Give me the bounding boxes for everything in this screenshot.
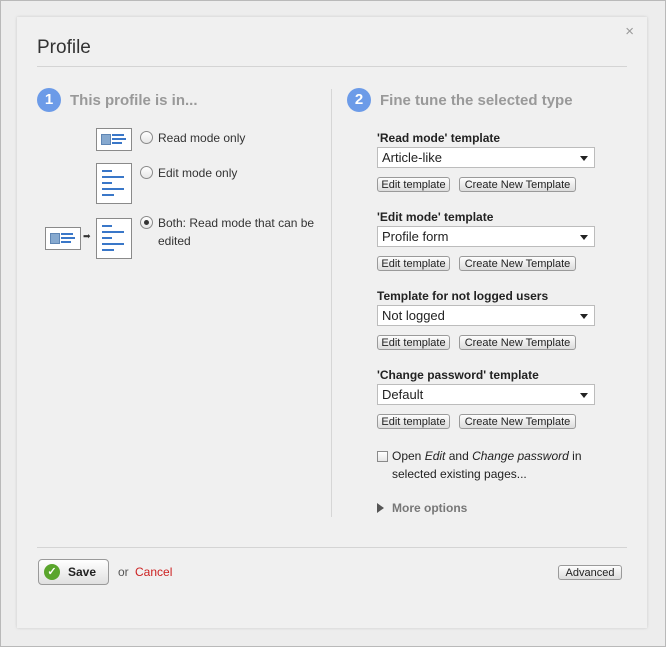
both-mode-label: Both: Read mode that can be edited xyxy=(158,214,314,250)
both-mode-label-line2: edited xyxy=(158,234,191,248)
both-mode-radio[interactable] xyxy=(140,216,153,229)
chevron-down-icon xyxy=(580,393,588,398)
cancel-link[interactable]: Cancel xyxy=(135,565,172,579)
read-template-label: 'Read mode' template xyxy=(377,131,501,145)
open-pages-label: Open Edit and Change password in selecte… xyxy=(392,447,622,483)
step-1-title: This profile is in... xyxy=(70,91,198,109)
read-mode-radio[interactable] xyxy=(140,131,153,144)
notlogged-template-select[interactable]: Not logged xyxy=(377,305,595,326)
step-2-badge: 2 xyxy=(347,88,371,112)
step-2-header: 2 Fine tune the selected type xyxy=(347,88,573,112)
notlogged-edit-template-button[interactable]: Edit template xyxy=(377,335,450,350)
more-options-label: More options xyxy=(392,501,468,515)
step-2-title: Fine tune the selected type xyxy=(380,91,573,109)
step-1-header: 1 This profile is in... xyxy=(37,88,198,112)
more-options-toggle[interactable]: More options xyxy=(377,501,467,515)
save-label: Save xyxy=(68,565,97,579)
step-1-badge: 1 xyxy=(37,88,61,112)
open-text-edit: Edit xyxy=(424,449,446,463)
open-text-1: Open xyxy=(392,449,425,463)
profile-dialog: × Profile 1 This profile is in... Read m… xyxy=(17,17,647,628)
notlogged-template-value: Not logged xyxy=(382,308,445,323)
check-icon: ✓ xyxy=(44,564,60,580)
password-create-template-button[interactable]: Create New Template xyxy=(459,414,576,429)
edit-template-value: Profile form xyxy=(382,229,449,244)
or-text: or xyxy=(118,565,129,579)
triangle-right-icon xyxy=(377,503,384,513)
column-divider xyxy=(331,89,332,517)
chevron-down-icon xyxy=(580,156,588,161)
open-text-3: in xyxy=(568,449,582,463)
dialog-title: Profile xyxy=(37,37,91,58)
open-text-password: Change password xyxy=(472,449,569,463)
password-template-label: 'Change password' template xyxy=(377,368,539,382)
title-divider xyxy=(37,66,627,67)
mode-option-edit[interactable]: Edit mode only xyxy=(140,164,237,182)
notlogged-template-label: Template for not logged users xyxy=(377,289,549,303)
both-mode-label-line1: Both: Read mode that can be xyxy=(158,216,315,230)
read-template-select[interactable]: Article-like xyxy=(377,147,595,168)
open-text-2: and xyxy=(445,449,473,463)
arrow-right-icon: ➡ xyxy=(83,231,91,241)
edit-mode-thumbnail-icon xyxy=(96,163,132,204)
mode-option-read[interactable]: Read mode only xyxy=(140,129,245,147)
edit-edit-template-button[interactable]: Edit template xyxy=(377,256,450,271)
read-template-value: Article-like xyxy=(382,150,442,165)
edit-mode-radio[interactable] xyxy=(140,166,153,179)
edit-template-label: 'Edit mode' template xyxy=(377,210,494,224)
read-edit-template-button[interactable]: Edit template xyxy=(377,177,450,192)
footer-divider xyxy=(37,547,627,548)
edit-create-template-button[interactable]: Create New Template xyxy=(459,256,576,271)
password-edit-template-button[interactable]: Edit template xyxy=(377,414,450,429)
both-read-thumbnail-icon xyxy=(45,227,81,250)
both-edit-thumbnail-icon xyxy=(96,218,132,259)
read-mode-thumbnail-icon xyxy=(96,128,132,151)
edit-mode-label: Edit mode only xyxy=(158,166,238,180)
open-text-line2: selected existing pages... xyxy=(392,467,527,481)
mode-option-both[interactable]: Both: Read mode that can be edited xyxy=(140,214,314,250)
open-pages-checkbox[interactable] xyxy=(377,451,388,462)
edit-template-select[interactable]: Profile form xyxy=(377,226,595,247)
save-button[interactable]: ✓ Save xyxy=(38,559,109,585)
close-icon[interactable]: × xyxy=(625,24,634,40)
chevron-down-icon xyxy=(580,235,588,240)
password-template-value: Default xyxy=(382,387,424,402)
advanced-button[interactable]: Advanced xyxy=(558,565,622,580)
notlogged-create-template-button[interactable]: Create New Template xyxy=(459,335,576,350)
read-create-template-button[interactable]: Create New Template xyxy=(459,177,576,192)
password-template-select[interactable]: Default xyxy=(377,384,595,405)
read-mode-label: Read mode only xyxy=(158,131,246,145)
chevron-down-icon xyxy=(580,314,588,319)
